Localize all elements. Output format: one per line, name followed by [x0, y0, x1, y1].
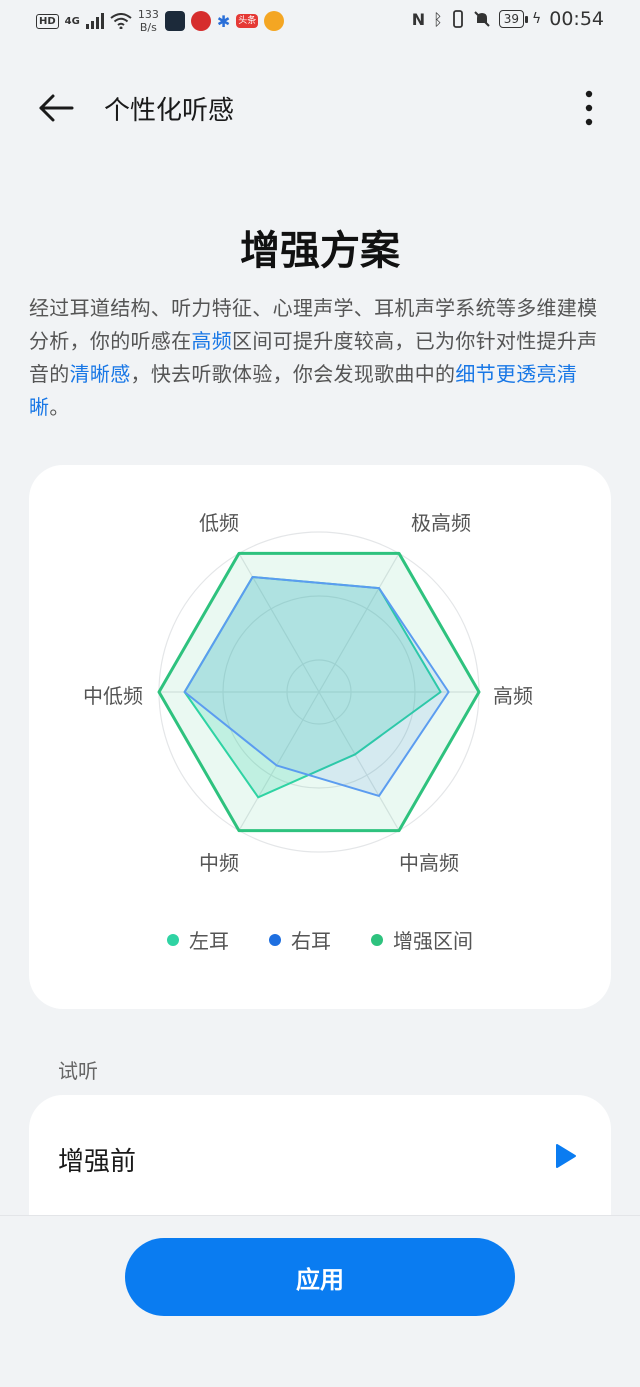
- vibrate-icon: [452, 10, 463, 28]
- legend-dot: [269, 933, 281, 946]
- legend-dot: [167, 933, 179, 946]
- net-speed-value: 133: [137, 8, 159, 21]
- axis-label: 低频: [199, 511, 239, 536]
- page-title: 个性化听感: [104, 96, 235, 126]
- chart-legend: 左耳 右耳 增强区间: [29, 925, 611, 954]
- battery-indicator: 39: [498, 10, 529, 28]
- desc-text: 。: [49, 395, 70, 419]
- app-notification-icon: [190, 11, 211, 31]
- axis-label: 中高频: [399, 850, 459, 875]
- clock: 00:54: [549, 8, 604, 30]
- charging-icon: ϟ: [531, 11, 542, 27]
- axis-label: 极高频: [411, 511, 471, 536]
- app-header: 个性化听感: [0, 72, 640, 144]
- status-bar: HD 4G 133 B/s ✱ 头条 N ᛒ 39 ϟ 00:54: [0, 0, 640, 44]
- legend-label: 增强区间: [393, 929, 473, 953]
- snowflake-icon: ✱: [216, 11, 231, 31]
- mute-bell-icon: [473, 11, 490, 27]
- nfc-icon: N: [411, 9, 426, 29]
- signal-icon: [85, 13, 104, 29]
- bluetooth-icon: ᛒ: [433, 9, 443, 29]
- desc-highlight-clarity: 清晰感: [69, 362, 131, 386]
- app-notification-icon: [264, 11, 285, 31]
- before-enhance-label: 增强前: [58, 1147, 137, 1177]
- legend-item-right-ear: 右耳: [269, 925, 331, 954]
- wifi-icon: [110, 13, 132, 29]
- app-notification-icon: [164, 11, 185, 31]
- more-options-icon[interactable]: [582, 88, 596, 128]
- news-app-icon: 头条: [236, 14, 259, 28]
- desc-text: ，快去听歌体验，你会发现歌曲中的: [130, 362, 456, 386]
- legend-dot: [371, 933, 383, 946]
- back-arrow-icon[interactable]: [36, 90, 76, 126]
- trial-section-label: 试听: [58, 1059, 98, 1083]
- plan-description: 经过耳道结构、听力特征、心理声学、耳机声学系统等多维建模分析，你的听感在高频区间…: [29, 292, 613, 424]
- axis-label: 中低频: [83, 684, 143, 708]
- legend-label: 右耳: [291, 929, 331, 953]
- legend-item-left-ear: 左耳: [167, 925, 229, 954]
- axis-label: 中频: [199, 850, 239, 875]
- network-type: 4G: [64, 15, 80, 27]
- bottom-bar: 应用: [0, 1215, 640, 1387]
- apply-button[interactable]: 应用: [125, 1238, 515, 1316]
- net-speed-unit: B/s: [139, 21, 157, 34]
- status-left: HD 4G 133 B/s ✱ 头条: [36, 8, 285, 34]
- axis-label: 高频: [493, 684, 533, 708]
- net-speed: 133 B/s: [138, 8, 159, 34]
- desc-highlight-high-freq: 高频: [191, 329, 233, 353]
- status-right: N ᛒ 39 ϟ 00:54: [412, 8, 604, 30]
- legend-label: 左耳: [189, 929, 229, 953]
- play-icon[interactable]: [555, 1143, 577, 1169]
- legend-item-enhance-range: 增强区间: [371, 925, 473, 954]
- radar-chart-card: 极高频高频中高频 中频 中低频 低频 左耳 右耳 增强区间: [29, 465, 611, 1009]
- plan-title: 增强方案: [240, 228, 400, 274]
- hd-badge: HD: [36, 13, 59, 29]
